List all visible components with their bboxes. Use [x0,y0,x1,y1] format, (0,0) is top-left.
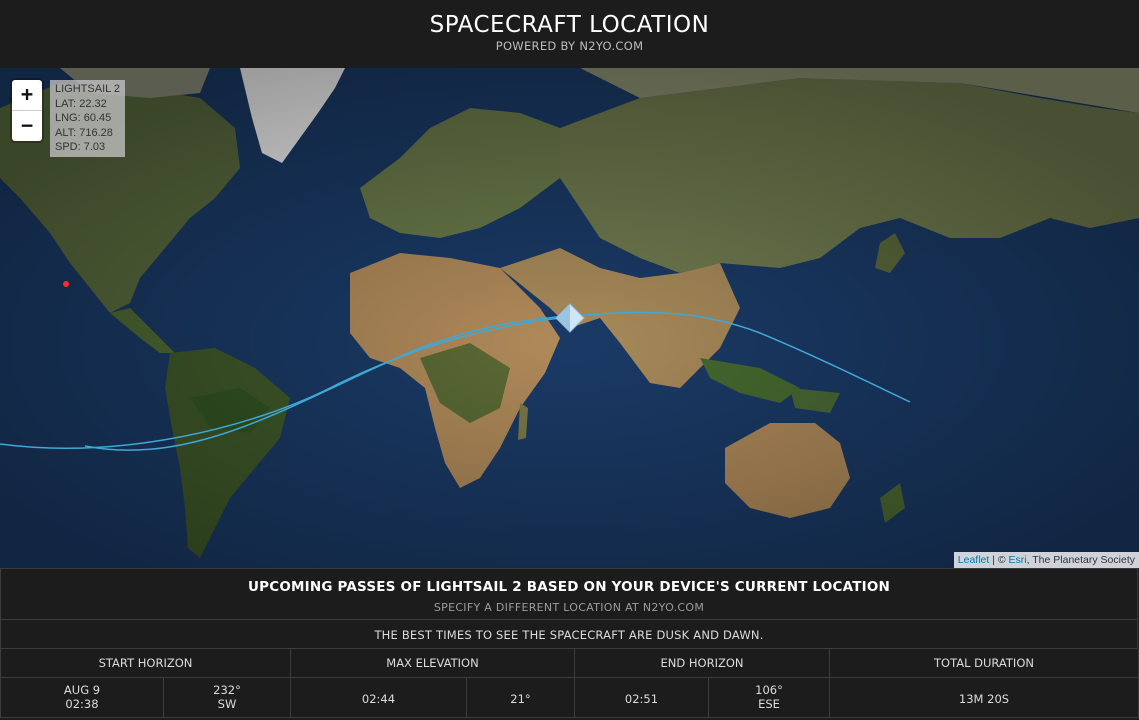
viewing-tip: THE BEST TIMES TO SEE THE SPACECRAFT ARE… [0,620,1138,649]
longitude-readout: LNG: 60.45 [55,112,112,124]
attribution-separator: | © [989,554,1009,566]
start-azimuth-direction: SW [217,697,237,711]
map-view[interactable]: + − LIGHTSAIL 2 LAT: 22.32 LNG: 60.45 AL… [0,68,1139,568]
passes-table-header: START HORIZON MAX ELEVATION END HORIZON … [0,649,1139,678]
altitude-readout: ALT: 716.28 [55,126,113,139]
change-location-link[interactable]: SPECIFY A DIFFERENT LOCATION AT N2YO.COM [1,601,1137,614]
spacecraft-name: LIGHTSAIL 2 [55,83,121,95]
page-title: SPACECRAFT LOCATION [429,12,710,38]
speed-readout: SPD: 7.03 [55,141,106,153]
attribution-credit: , The Planetary Society [1026,554,1135,566]
start-datetime: AUG 9 02:38 [0,678,164,718]
total-duration: 13M 20S [830,678,1139,718]
spacecraft-info-box: LIGHTSAIL 2 LAT: 22.32 LNG: 60.45 ALT: 7… [50,80,126,157]
start-azimuth: 232° SW [164,678,291,718]
col-start-horizon: START HORIZON [0,649,291,678]
end-azimuth-degrees: 106° [755,683,783,697]
leaflet-link[interactable]: Leaflet [958,554,990,566]
start-azimuth-degrees: 232° [213,683,241,697]
passes-panel: UPCOMING PASSES OF LIGHTSAIL 2 BASED ON … [0,568,1139,718]
col-total-duration: TOTAL DURATION [830,649,1139,678]
header: SPACECRAFT LOCATION POWERED BY N2YO.COM [0,0,1139,68]
max-elevation-time: 02:44 [291,678,467,718]
zoom-out-button[interactable]: − [12,111,42,141]
zoom-in-button[interactable]: + [12,80,42,111]
zoom-control: + − [12,80,42,141]
end-azimuth: 106° ESE [709,678,830,718]
passes-header: UPCOMING PASSES OF LIGHTSAIL 2 BASED ON … [0,568,1138,620]
col-end-horizon: END HORIZON [575,649,830,678]
map-attribution: Leaflet | © Esri, The Planetary Society [953,552,1139,568]
esri-link[interactable]: Esri [1009,554,1027,566]
observer-location-marker[interactable] [63,281,69,287]
max-elevation-degrees: 21° [467,678,575,718]
latitude-readout: LAT: 22.32 [55,97,107,110]
start-time: 02:38 [65,697,99,711]
world-map [0,68,1139,568]
end-time: 02:51 [575,678,709,718]
passes-heading: UPCOMING PASSES OF LIGHTSAIL 2 BASED ON … [247,579,891,595]
col-max-elevation: MAX ELEVATION [291,649,575,678]
viewing-tip-text: THE BEST TIMES TO SEE THE SPACECRAFT ARE… [374,628,764,642]
end-azimuth-direction: ESE [758,697,780,711]
page-subtitle: POWERED BY N2YO.COM [495,39,644,53]
start-date: AUG 9 [63,683,101,697]
table-row: AUG 9 02:38 232° SW 02:44 21° 02:51 106°… [0,678,1139,718]
